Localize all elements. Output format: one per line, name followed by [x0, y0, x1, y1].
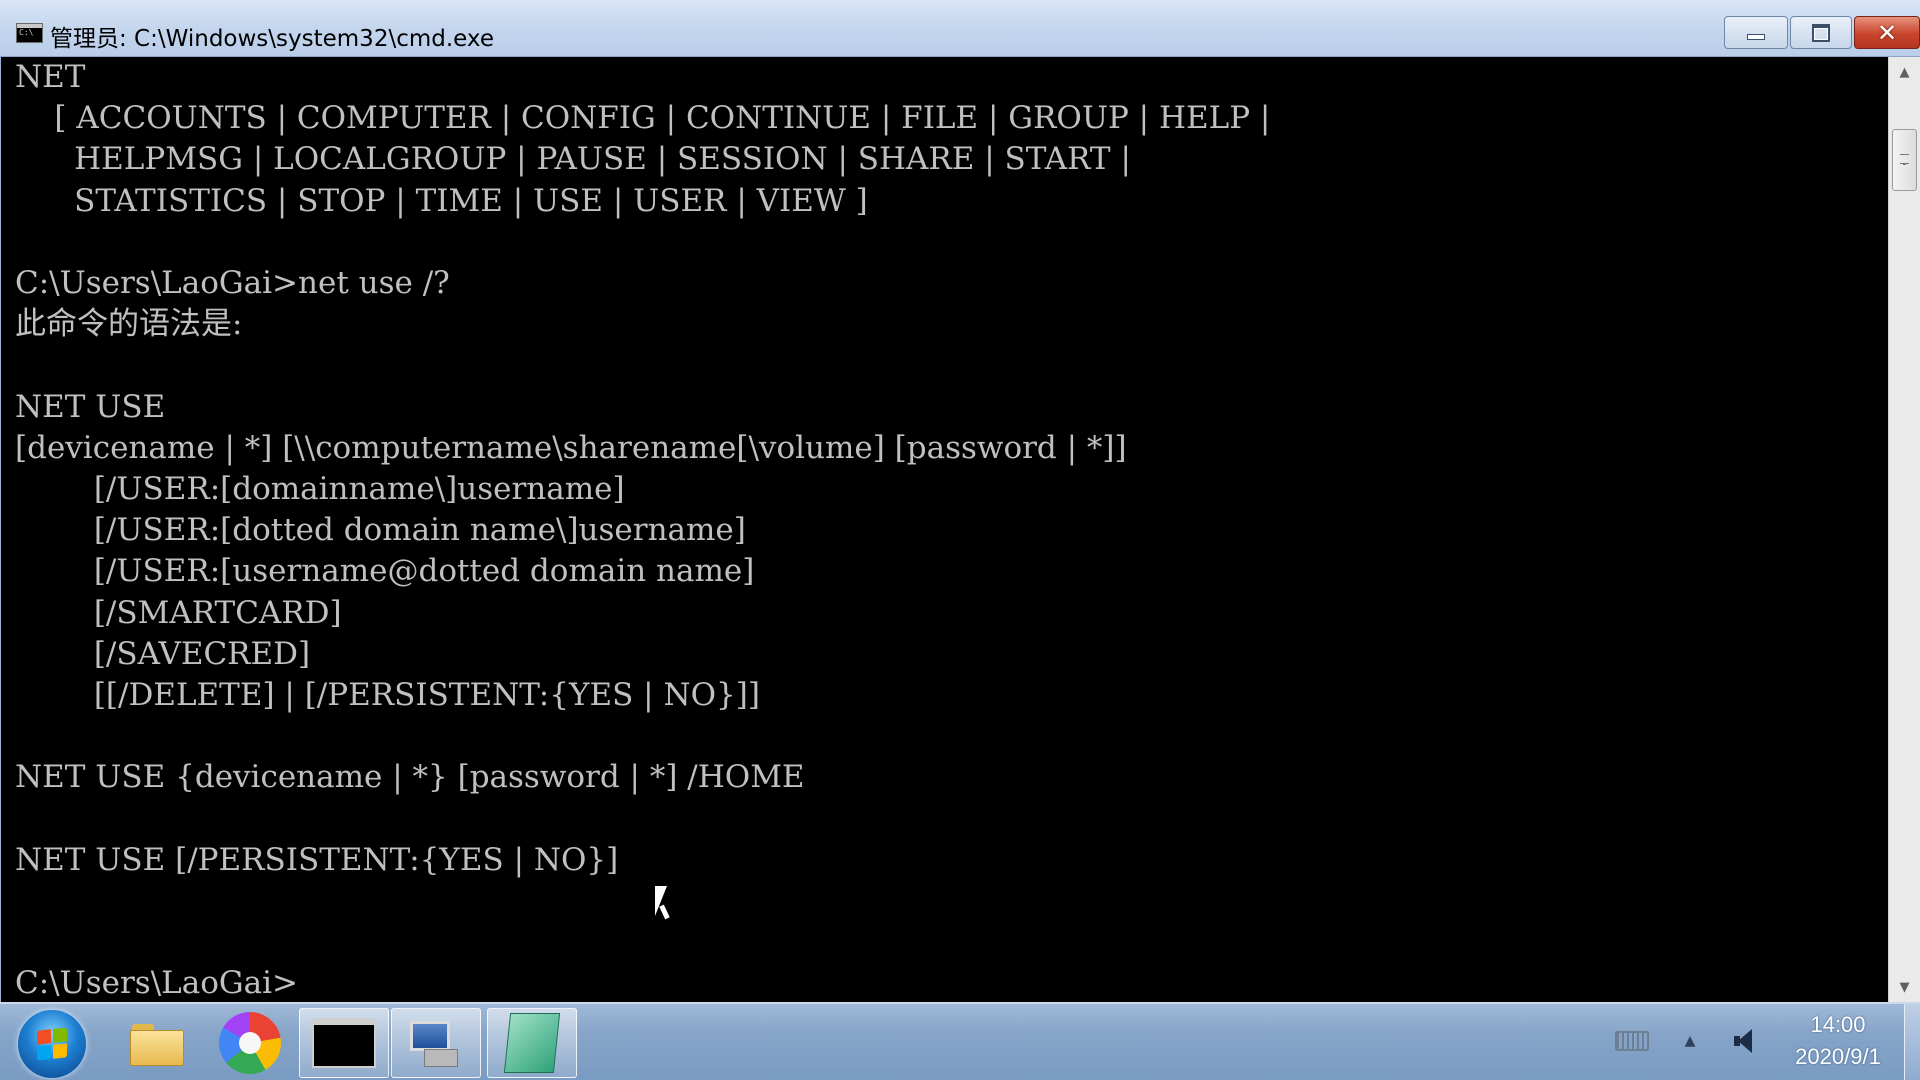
scroll-down-icon[interactable]: ▼ — [1889, 972, 1920, 1002]
network-icon — [406, 1015, 466, 1071]
close-icon: ✕ — [1876, 18, 1898, 47]
scroll-up-icon[interactable]: ▲ — [1889, 57, 1920, 87]
minimize-icon — [1747, 33, 1765, 40]
maximize-button[interactable] — [1790, 16, 1852, 49]
console-output-area[interactable]: NET [ ACCOUNTS | COMPUTER | CONFIG | CON… — [0, 57, 1888, 1002]
taskbar-command-prompt[interactable] — [299, 1008, 389, 1078]
command-prompt-icon — [312, 1018, 376, 1068]
show-desktop-button[interactable] — [1904, 1004, 1920, 1080]
clock[interactable]: 14:00 2020/9/1 — [1778, 1002, 1898, 1080]
clock-time: 14:00 — [1810, 1012, 1866, 1037]
taskbar-network[interactable] — [391, 1008, 481, 1078]
window-title: 管理员: C:\Windows\system32\cmd.exe — [50, 26, 494, 52]
show-hidden-icons-button[interactable]: ▲ — [1670, 1002, 1710, 1080]
scroll-thumb[interactable] — [1892, 129, 1917, 191]
notes-icon — [503, 1013, 561, 1073]
cmd-icon[interactable] — [16, 23, 43, 43]
vertical-scrollbar[interactable]: ▲ ▼ — [1888, 57, 1920, 1002]
maximize-icon — [1812, 23, 1830, 42]
windows-logo-icon — [37, 1027, 67, 1061]
keyboard-icon[interactable] — [1602, 1002, 1662, 1080]
clock-date: 2020/9/1 — [1795, 1044, 1881, 1069]
taskbar-browser[interactable] — [205, 1008, 295, 1078]
minimize-button[interactable] — [1724, 16, 1788, 49]
console-text: NET [ ACCOUNTS | COMPUTER | CONFIG | CON… — [15, 59, 1271, 1002]
file-explorer-icon — [130, 1020, 184, 1066]
system-tray: ▲ 14:00 2020/9/1 — [1590, 1002, 1920, 1080]
start-button[interactable] — [18, 1010, 86, 1078]
close-button[interactable]: ✕ — [1854, 16, 1920, 49]
volume-icon[interactable] — [1720, 1002, 1770, 1080]
browser-icon — [219, 1012, 281, 1074]
taskbar-file-explorer[interactable] — [112, 1008, 202, 1078]
window-titlebar[interactable]: 管理员: C:\Windows\system32\cmd.exe ✕ — [0, 0, 1920, 57]
taskbar-notes[interactable] — [487, 1008, 577, 1078]
